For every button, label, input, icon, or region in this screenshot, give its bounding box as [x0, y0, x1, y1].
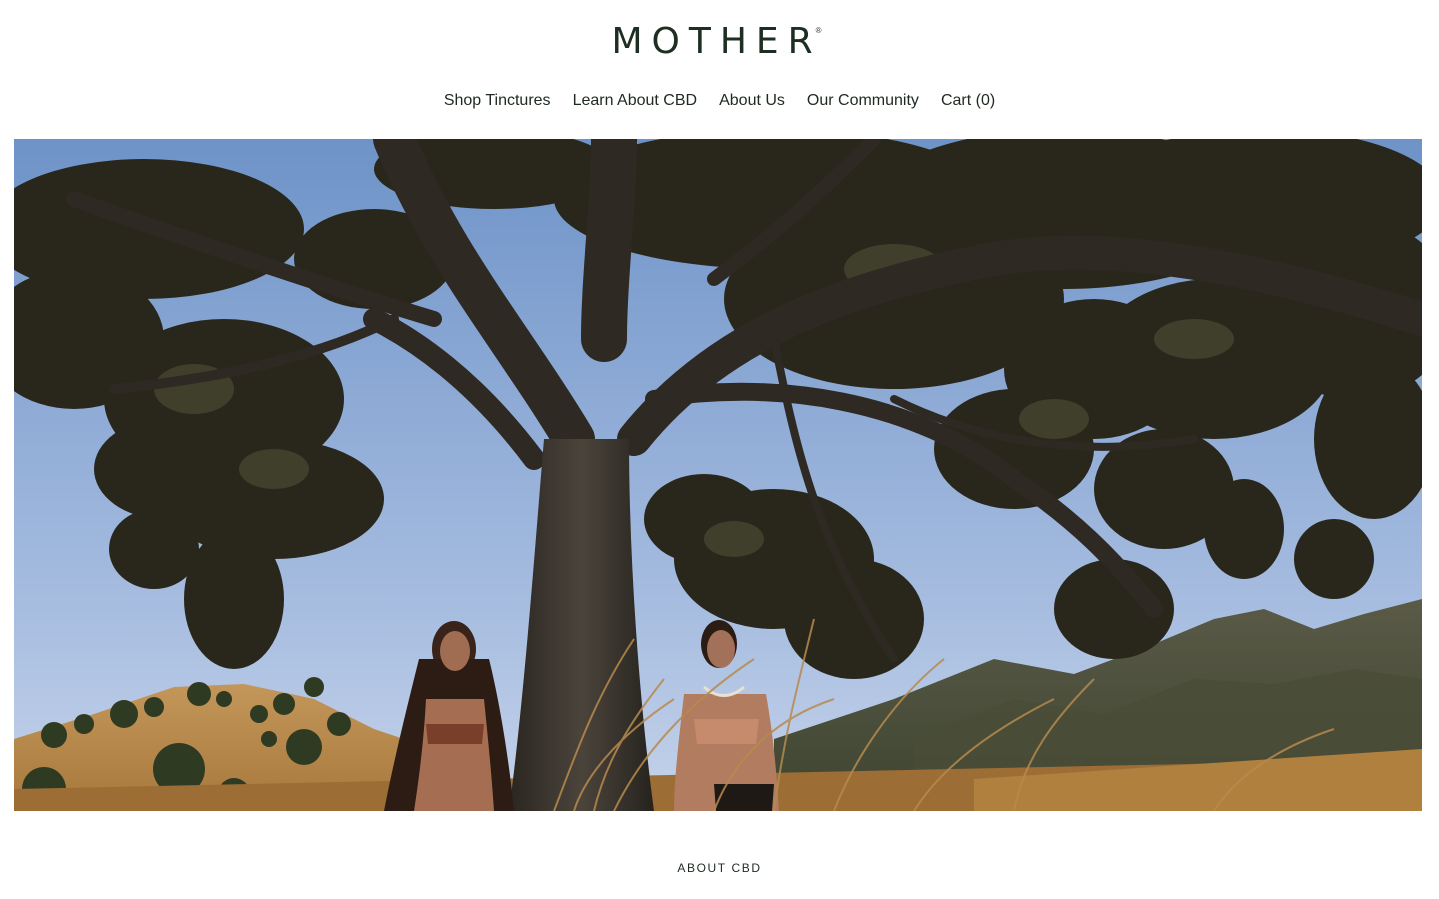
nav-about-us[interactable]: About Us [719, 89, 785, 113]
brand-logo[interactable]: MOTHER® [0, 20, 1439, 64]
nav-our-community[interactable]: Our Community [807, 89, 919, 113]
nav-shop-tinctures[interactable]: Shop Tinctures [444, 89, 551, 113]
section-heading-about-cbd: ABOUT CBD [677, 861, 762, 875]
logo-text: MOTHER [611, 21, 822, 62]
nav-cart[interactable]: Cart (0) [941, 89, 995, 113]
hero-image [14, 139, 1422, 811]
registered-mark: ® [815, 26, 822, 35]
hero-photo [14, 139, 1422, 811]
main-navigation: Shop Tinctures Learn About CBD About Us … [0, 89, 1439, 113]
nav-learn-about-cbd[interactable]: Learn About CBD [573, 89, 698, 113]
site-header: MOTHER® Shop Tinctures Learn About CBD A… [0, 0, 1439, 139]
